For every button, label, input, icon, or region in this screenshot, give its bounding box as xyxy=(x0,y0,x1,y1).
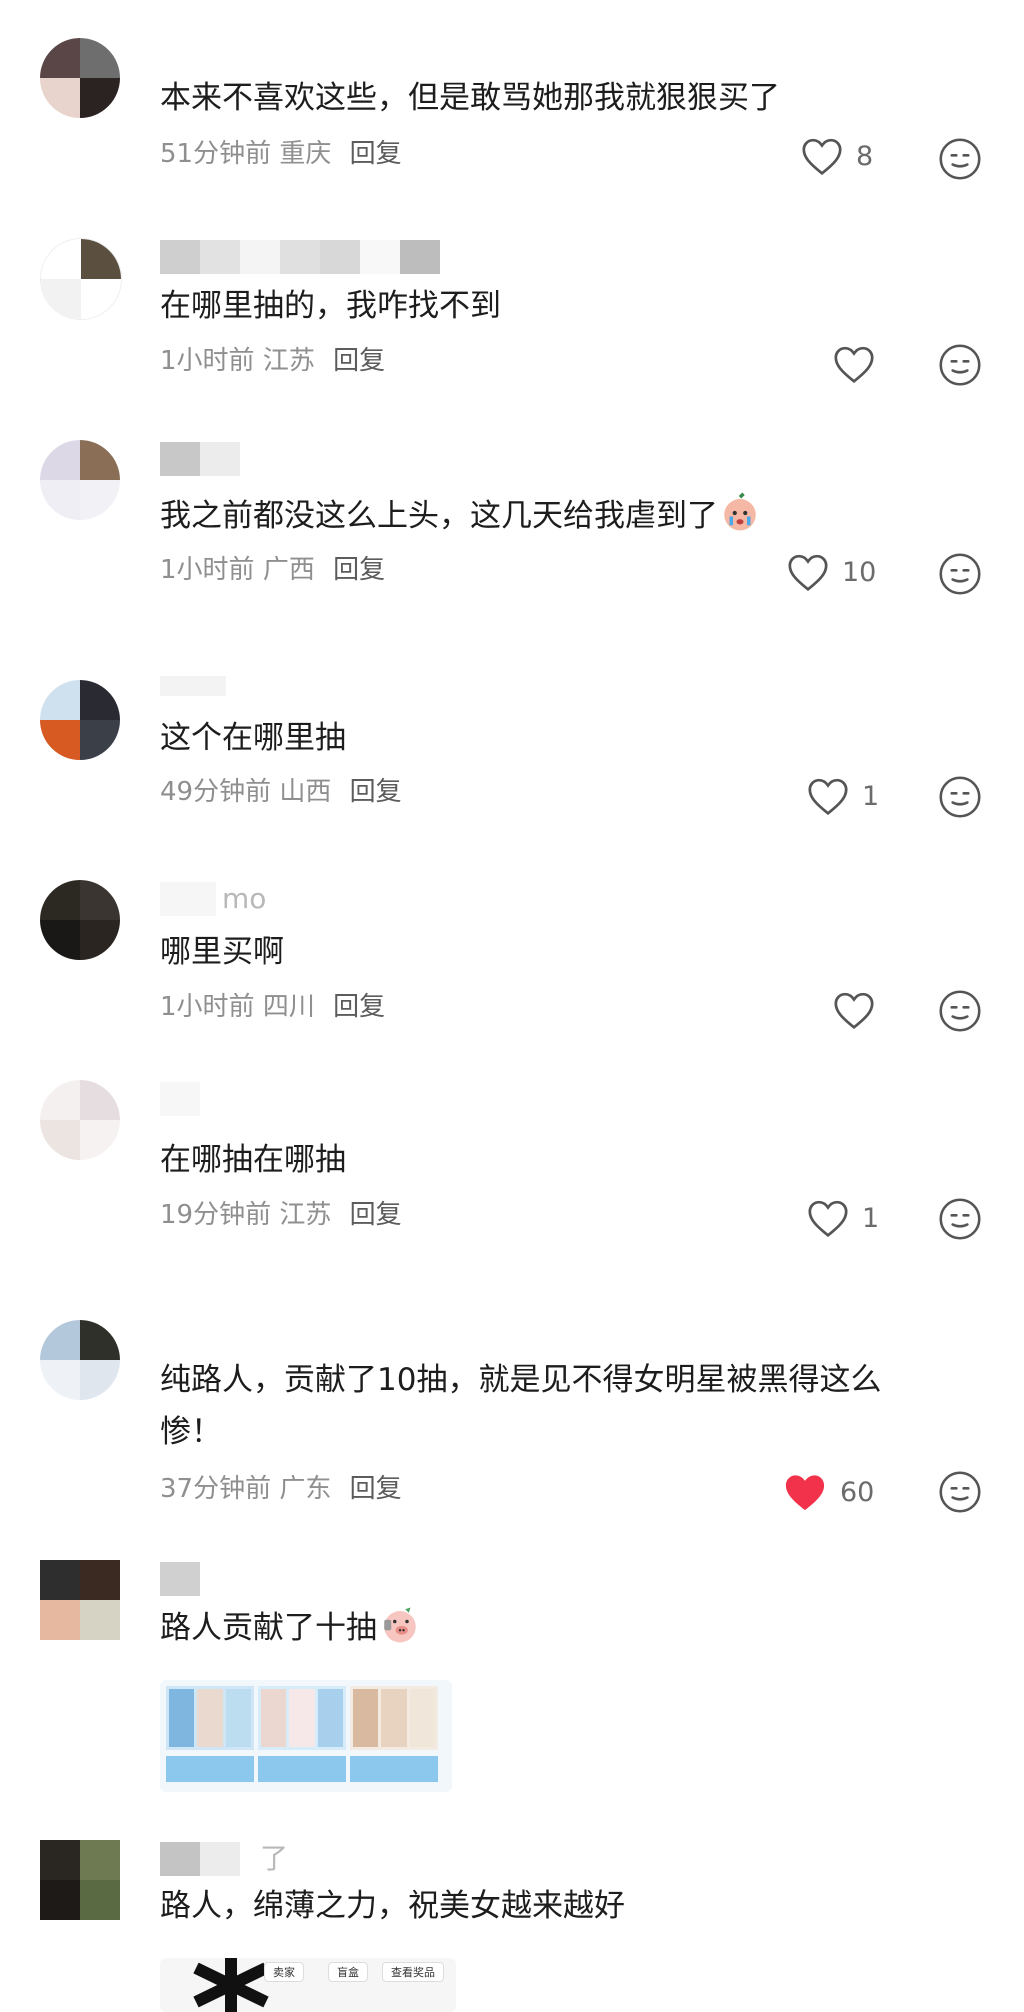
comment-meta: 49分钟前 山西 回复 xyxy=(160,775,402,809)
username[interactable] xyxy=(160,240,440,274)
pig-emoji-icon xyxy=(377,1604,423,1646)
comment-text: 哪里买啊 xyxy=(160,934,284,970)
avatar[interactable] xyxy=(40,238,122,320)
avatar[interactable] xyxy=(40,38,120,118)
like-button[interactable]: 1 xyxy=(806,1198,879,1238)
comment-location: 广西 xyxy=(262,555,315,585)
username[interactable]: mo xyxy=(160,882,266,916)
avatar[interactable] xyxy=(40,1560,120,1640)
emoji-reaction-icon[interactable] xyxy=(938,1197,982,1241)
username[interactable] xyxy=(160,676,226,710)
comment-location: 广东 xyxy=(279,1474,332,1504)
comment-text: 在哪抽在哪抽 xyxy=(160,1142,346,1178)
reply-button[interactable]: 回复 xyxy=(350,1474,402,1504)
comment-text-body: 路人贡献了十抽 xyxy=(160,1610,377,1646)
comment-meta: 1小时前 四川 回复 xyxy=(160,990,385,1024)
avatar[interactable] xyxy=(40,440,120,520)
reply-button[interactable]: 回复 xyxy=(350,1200,402,1230)
tab-sellers: 卖家 xyxy=(264,1962,304,1982)
comment-text: 本来不喜欢这些，但是敢骂她那我就狠狠买了 xyxy=(160,80,780,116)
comment-text: 路人贡献了十抽 xyxy=(160,1602,980,1654)
avatar[interactable] xyxy=(40,1320,120,1400)
like-button[interactable]: 60 xyxy=(782,1471,874,1513)
comment-text-line: 纯路人，贡献了10抽，就是见不得女明星被黑得这么 xyxy=(160,1362,882,1398)
username-text: mo xyxy=(222,882,267,915)
username-text: 了 xyxy=(260,1842,289,1875)
comment-time: 19分钟前 xyxy=(160,1200,272,1230)
username[interactable] xyxy=(160,1562,200,1596)
comment-location: 江苏 xyxy=(262,346,315,376)
heart-icon xyxy=(802,138,842,176)
username[interactable] xyxy=(160,40,250,74)
like-button[interactable]: 10 xyxy=(786,552,876,592)
comment-meta: 37分钟前 广东 回复 xyxy=(160,1472,402,1506)
comment-time: 1小时前 xyxy=(160,992,255,1022)
comment-location: 重庆 xyxy=(279,139,332,169)
comment-text-line: 惨！ xyxy=(160,1414,222,1450)
comment-text-body: 我之前都没这么上头，这几天给我虐到了 xyxy=(160,498,718,534)
like-button[interactable] xyxy=(832,344,876,384)
username[interactable] xyxy=(160,1082,200,1116)
like-count: 8 xyxy=(856,140,874,172)
comment-location: 江苏 xyxy=(279,1200,332,1230)
reply-button[interactable]: 回复 xyxy=(350,777,402,807)
comment-meta: 1小时前 广西 回复 xyxy=(160,553,385,587)
like-count: 60 xyxy=(840,1476,875,1508)
heart-icon xyxy=(834,992,874,1030)
comment-text: 纯路人，贡献了10抽，就是见不得女明星被黑得这么 惨！ xyxy=(160,1354,980,1458)
comment-meta: 51分钟前 重庆 回复 xyxy=(160,137,402,171)
avatar[interactable] xyxy=(40,1840,120,1920)
comment-meta: 1小时前 江苏 回复 xyxy=(160,344,385,378)
comment-meta: 19分钟前 江苏 回复 xyxy=(160,1198,402,1232)
comment-text: 这个在哪里抽 xyxy=(160,720,346,756)
crying-emoji-icon xyxy=(718,492,762,534)
comment-time: 51分钟前 xyxy=(160,139,272,169)
heart-icon xyxy=(834,346,874,384)
tab-blindbox: 盲盒 xyxy=(328,1962,368,1982)
comment-time: 1小时前 xyxy=(160,555,255,585)
image-attachment[interactable]: 卖家 盲盒 查看奖品 xyxy=(160,1958,456,2012)
comment-location: 四川 xyxy=(262,992,315,1022)
reply-button[interactable]: 回复 xyxy=(333,346,385,376)
reply-button[interactable]: 回复 xyxy=(333,992,385,1022)
comment-location: 山西 xyxy=(279,777,332,807)
emoji-reaction-icon[interactable] xyxy=(938,137,982,181)
heart-icon xyxy=(808,1200,848,1238)
emoji-reaction-icon[interactable] xyxy=(938,552,982,596)
heart-icon xyxy=(788,554,828,592)
like-button[interactable] xyxy=(832,990,876,1030)
avatar[interactable] xyxy=(40,1080,120,1160)
like-count: 10 xyxy=(842,556,877,588)
username[interactable]: 了 xyxy=(160,1842,288,1876)
like-button[interactable]: 1 xyxy=(806,776,879,816)
username[interactable] xyxy=(160,1322,200,1356)
comment-text: 在哪里抽的，我咋找不到 xyxy=(160,288,501,324)
comment-time: 37分钟前 xyxy=(160,1474,272,1504)
like-button[interactable]: 8 xyxy=(800,136,873,176)
username[interactable] xyxy=(160,442,240,476)
avatar[interactable] xyxy=(40,680,120,760)
reply-button[interactable]: 回复 xyxy=(333,555,385,585)
like-count: 1 xyxy=(862,780,880,812)
comment-time: 49分钟前 xyxy=(160,777,272,807)
emoji-reaction-icon[interactable] xyxy=(938,775,982,819)
heart-filled-icon xyxy=(785,1475,825,1511)
reply-button[interactable]: 回复 xyxy=(350,139,402,169)
emoji-reaction-icon[interactable] xyxy=(938,343,982,387)
tab-view-prizes: 查看奖品 xyxy=(382,1962,444,1982)
heart-icon xyxy=(808,778,848,816)
image-attachment[interactable] xyxy=(160,1680,452,1792)
comment-time: 1小时前 xyxy=(160,346,255,376)
emoji-reaction-icon[interactable] xyxy=(938,1470,982,1514)
comment-text: 我之前都没这么上头，这几天给我虐到了 xyxy=(160,490,980,542)
emoji-reaction-icon[interactable] xyxy=(938,989,982,1033)
avatar[interactable] xyxy=(40,880,120,960)
like-count: 1 xyxy=(862,1202,880,1234)
comment-text: 路人，绵薄之力，祝美女越来越好 xyxy=(160,1888,625,1924)
